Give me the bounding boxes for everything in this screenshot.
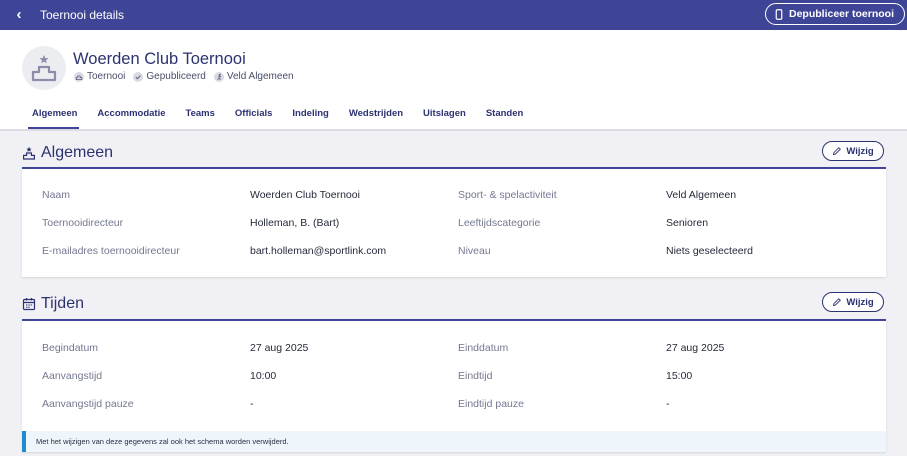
- tab-bar: Algemeen Accommodatie Teams Officials In…: [20, 100, 533, 130]
- info-label: Naam: [42, 189, 71, 201]
- meta-type: Toernooi: [74, 71, 125, 82]
- info-label: Toernooidirecteur: [42, 217, 124, 229]
- algemeen-title: Algemeen: [41, 144, 114, 161]
- edit-tijden-button[interactable]: Wijzig: [822, 292, 884, 312]
- tab-wedstrijden[interactable]: Wedstrijden: [339, 100, 413, 130]
- info-value: Veld Algemeen: [666, 189, 737, 201]
- pencil-icon: [833, 147, 842, 156]
- info-value: -: [666, 398, 670, 410]
- tab-standen[interactable]: Standen: [476, 100, 533, 130]
- edit-algemeen-button[interactable]: Wijzig: [822, 141, 884, 161]
- check-circle-icon: [133, 71, 144, 82]
- meta-sport: Veld Algemeen: [213, 71, 294, 82]
- edit-tijden-label: Wijzig: [846, 296, 874, 308]
- info-label: Eindtijd: [458, 370, 493, 382]
- top-bar: ‹ Toernooi details Depubliceer toernooi: [0, 0, 907, 30]
- info-value: 27 aug 2025: [250, 342, 309, 354]
- info-row: Toernooidirecteur Holleman, B. (Bart) Le…: [22, 210, 886, 238]
- tijden-title: Tijden: [41, 295, 84, 312]
- info-label: Sport- & spelactiviteit: [458, 189, 557, 201]
- tijden-section-header: Tijden Wijzig: [22, 291, 886, 317]
- algemeen-section-header: Algemeen Wijzig: [22, 140, 886, 166]
- info-value: Holleman, B. (Bart): [250, 217, 340, 229]
- tournament-meta: Toernooi Gepubliceerd Veld Algemeen: [74, 71, 302, 82]
- podium-icon: [31, 55, 57, 82]
- info-label: E-mailadres toernooidirecteur: [42, 245, 180, 257]
- info-row: Aanvangstijd pauze - Eindtijd pauze -: [22, 391, 886, 419]
- info-row: Aanvangstijd 10:00 Eindtijd 15:00: [22, 363, 886, 391]
- info-value: -: [250, 398, 254, 410]
- info-value: 10:00: [250, 370, 277, 382]
- info-label: Eindtijd pauze: [458, 398, 524, 410]
- info-label: Begindatum: [42, 342, 99, 354]
- info-value: Senioren: [666, 217, 709, 229]
- info-value: 15:00: [666, 370, 693, 382]
- podium-icon: [22, 146, 36, 160]
- info-row: Begindatum 27 aug 2025 Einddatum 27 aug …: [22, 335, 886, 363]
- info-row: E-mailadres toernooidirecteur bart.holle…: [22, 238, 886, 266]
- info-value: 27 aug 2025: [666, 342, 725, 354]
- podium-icon: [74, 71, 84, 82]
- tab-teams[interactable]: Teams: [176, 100, 225, 130]
- pencil-icon: [833, 298, 842, 307]
- info-label: Leeftijdscategorie: [458, 217, 541, 229]
- meta-status-label: Gepubliceerd: [146, 71, 206, 82]
- info-label: Einddatum: [458, 342, 509, 354]
- info-row: Naam Woerden Club Toernooi Sport- & spel…: [22, 182, 886, 210]
- tournament-name: Woerden Club Toernooi: [73, 50, 246, 68]
- tab-officials[interactable]: Officials: [225, 100, 283, 130]
- meta-type-label: Toernooi: [87, 71, 126, 82]
- algemeen-card: Naam Woerden Club Toernooi Sport- & spel…: [22, 167, 886, 277]
- running-icon: [213, 71, 224, 82]
- depublish-label: Depubliceer toernooi: [788, 8, 894, 20]
- info-value: Niets geselecteerd: [666, 245, 753, 257]
- phone-icon: [775, 8, 783, 20]
- info-value: bart.holleman@sportlink.com: [250, 245, 387, 257]
- meta-status: Gepubliceerd: [133, 71, 206, 82]
- edit-algemeen-label: Wijzig: [846, 145, 874, 157]
- tournament-avatar: [22, 46, 66, 90]
- meta-sport-label: Veld Algemeen: [226, 71, 294, 82]
- page-title: Toernooi details: [40, 8, 125, 22]
- tournament-header: Woerden Club Toernooi Toernooi Gepublice…: [0, 30, 907, 130]
- calendar-icon: [22, 297, 36, 311]
- info-label: Aanvangstijd: [42, 370, 103, 382]
- tab-indeling[interactable]: Indeling: [282, 100, 338, 130]
- back-button[interactable]: ‹: [10, 0, 28, 30]
- tab-accommodatie[interactable]: Accommodatie: [87, 100, 175, 130]
- tab-uitslagen[interactable]: Uitslagen: [413, 100, 476, 130]
- depublish-button[interactable]: Depubliceer toernooi: [764, 3, 905, 25]
- info-label: Aanvangstijd pauze: [42, 398, 134, 410]
- info-label: Niveau: [458, 245, 491, 257]
- schedule-warning-note: Met het wijzigen van deze gegevens zal o…: [22, 431, 886, 452]
- info-value: Woerden Club Toernooi: [250, 189, 360, 201]
- tab-algemeen[interactable]: Algemeen: [20, 100, 87, 130]
- tab-divider: [0, 129, 907, 131]
